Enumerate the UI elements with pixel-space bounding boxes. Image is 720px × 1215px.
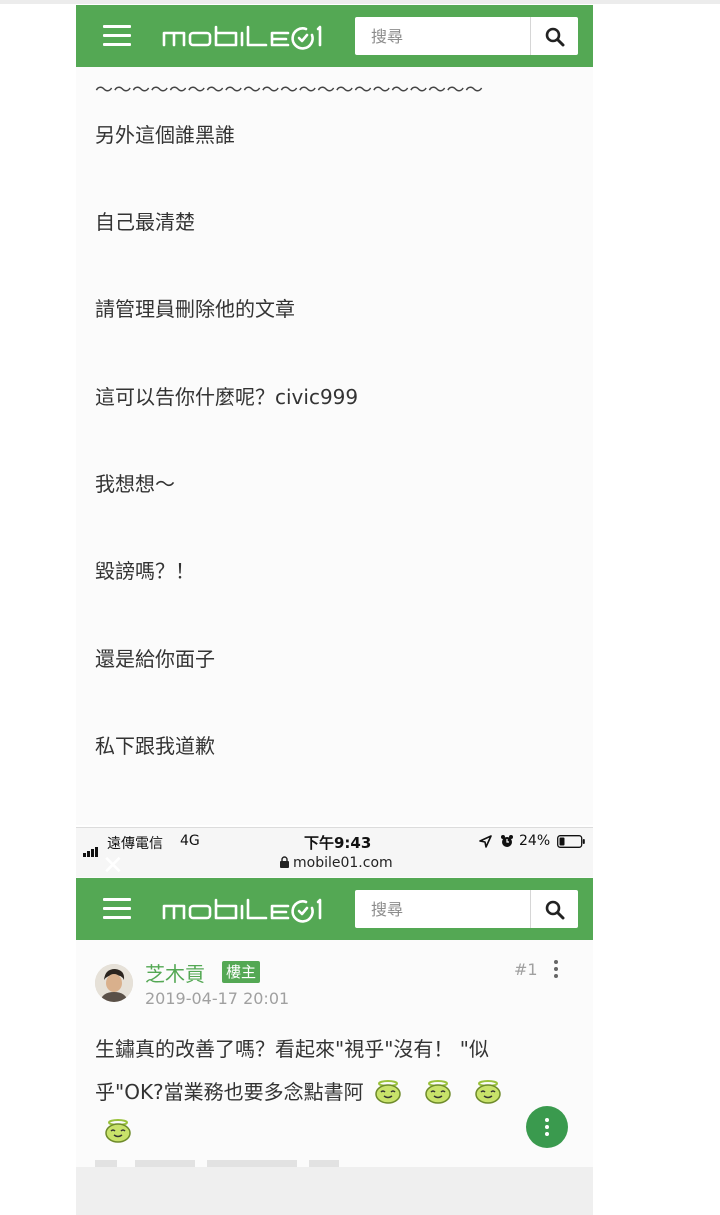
more-vertical-icon[interactable] (550, 960, 562, 980)
close-icon[interactable]: ✕ (102, 853, 124, 879)
post-text-line: 自己最清楚 (95, 210, 195, 234)
post-text-line: 毀謗嗎？！ (95, 559, 195, 583)
screenshot-bottom: 遠傳電信 4G 下午9:43 24% mobile01.com ✕ 搜尋 芝木貢… (76, 827, 593, 1215)
post-body-line: 生鏽真的改善了嗎？看起來"視乎"沒有！ "似 (95, 1037, 489, 1061)
thread-starter-badge: 樓主 (222, 961, 261, 983)
url-bar[interactable]: mobile01.com (280, 855, 393, 871)
emoticon-icon (424, 1080, 451, 1104)
alarm-clock-icon (501, 835, 513, 847)
search-icon (545, 900, 565, 920)
post-text-line: 我想想～ (95, 472, 175, 496)
post-body-line: 乎"OK?當業務也要多念點書阿 (95, 1076, 502, 1105)
search-button[interactable] (530, 17, 578, 55)
lock-icon (280, 856, 289, 868)
top-divider (0, 0, 720, 4)
page-bottom-area (76, 1167, 593, 1215)
hamburger-menu-icon[interactable] (103, 898, 131, 920)
emoticon-icon (474, 1080, 501, 1104)
network-type: 4G (180, 833, 200, 849)
post-floor-number[interactable]: #1 (514, 960, 538, 979)
post-body-text: 乎"OK?當業務也要多念點書阿 (95, 1080, 364, 1104)
post-text-line: 私下跟我道歉 (95, 734, 215, 758)
floating-action-button[interactable] (526, 1106, 568, 1148)
top-navbar (76, 5, 593, 67)
hamburger-menu-icon[interactable] (103, 25, 131, 47)
emoticon-icon (105, 1119, 131, 1143)
author-avatar[interactable] (95, 964, 133, 1002)
author-name[interactable]: 芝木貢 (145, 958, 205, 987)
screenshot-top: ～～～～～～～～～～～～～～～～～～～～～ 另外這個誰黑誰 自己最清楚 請管理員… (76, 5, 593, 825)
status-time: 下午9:43 (304, 834, 372, 852)
ios-status-bar: 遠傳電信 4G 下午9:43 24% mobile01.com (76, 827, 593, 877)
post-text-line: 另外這個誰黑誰 (95, 123, 235, 147)
post-text-line: 還是給你面子 (95, 647, 215, 671)
avatar-image (95, 964, 133, 1002)
search-button[interactable] (530, 890, 578, 928)
navbar (76, 878, 593, 940)
post-text-line: 請管理員刪除他的文章 (95, 297, 295, 321)
location-arrow-icon (479, 835, 492, 848)
url-text: mobile01.com (293, 855, 393, 871)
mobile01-logo[interactable] (162, 21, 327, 51)
search-icon (545, 27, 565, 47)
signal-strength-icon (83, 838, 99, 857)
mobile01-logo[interactable] (162, 894, 327, 924)
wavy-separator: ～～～～～～～～～～～～～～～～～～～～～ (95, 80, 484, 101)
post-text-line: 這可以告你什麼呢？civic999 (95, 385, 359, 409)
search-bar (355, 17, 578, 55)
search-input[interactable] (355, 17, 529, 55)
battery-icon (557, 835, 585, 848)
battery-percent: 24% (519, 833, 551, 849)
emoticon-icon (374, 1080, 401, 1104)
carrier-name: 遠傳電信 (107, 836, 163, 852)
post-body-emoji-line (95, 1119, 132, 1143)
faded-text-remnant (95, 1160, 339, 1167)
post-timestamp: 2019-04-17 20:01 (145, 989, 290, 1008)
search-input[interactable] (355, 890, 529, 928)
search-bar (355, 890, 578, 928)
